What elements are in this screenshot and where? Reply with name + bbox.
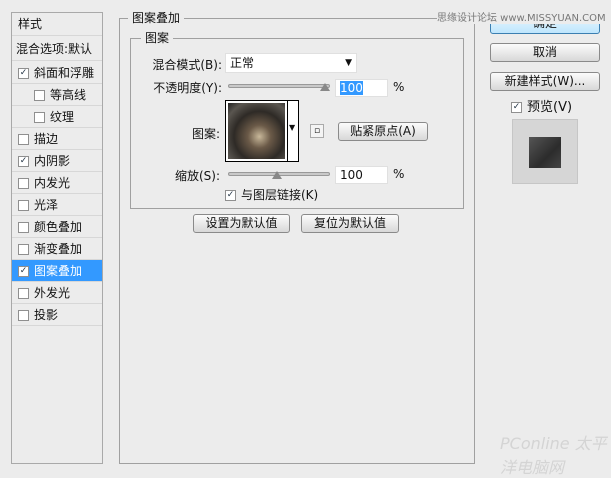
- scale-input[interactable]: 100: [335, 166, 388, 184]
- set-default-button[interactable]: 设置为默认值: [193, 214, 290, 233]
- style-item-label: 光泽: [34, 198, 59, 212]
- checkbox-icon: ✓: [225, 190, 236, 201]
- pconline-logo: PConline 太平洋电脑网: [500, 434, 607, 477]
- opacity-input[interactable]: 100: [335, 79, 388, 97]
- subgroup-title: 图案: [141, 31, 174, 45]
- opacity-percent: %: [393, 80, 405, 94]
- style-item-label: 纹理: [50, 110, 75, 124]
- blend-mode-label: 混合模式(B):: [152, 58, 222, 72]
- style-item[interactable]: 外发光: [12, 282, 102, 304]
- style-item-label: 等高线: [50, 88, 87, 102]
- style-item[interactable]: 纹理: [12, 106, 102, 128]
- dropdown-arrow-icon: ▼: [345, 58, 352, 68]
- preview-swatch: [529, 137, 561, 168]
- checkbox-icon[interactable]: [34, 112, 45, 123]
- pattern-label: 图案:: [191, 127, 220, 141]
- style-item[interactable]: 内发光: [12, 172, 102, 194]
- blending-options-default[interactable]: 混合选项:默认: [12, 37, 102, 61]
- style-item[interactable]: ✓ 图案叠加: [12, 260, 102, 282]
- style-item-label: 图案叠加: [34, 264, 83, 278]
- style-item-label: 颜色叠加: [34, 220, 83, 234]
- new-style-button[interactable]: 新建样式(W)...: [490, 72, 600, 91]
- blend-mode-select[interactable]: 正常 ▼: [225, 53, 357, 73]
- opacity-slider-thumb[interactable]: [320, 83, 330, 91]
- opacity-value: 100: [340, 81, 363, 95]
- link-with-layer-label: 与图层链接(K): [241, 188, 319, 202]
- checkbox-icon[interactable]: ✓: [18, 156, 29, 167]
- watermark-top: 思缘设计论坛 www.MISSYUAN.COM: [437, 9, 606, 24]
- style-item-label: 外发光: [34, 286, 71, 300]
- style-preview: [512, 119, 578, 184]
- reset-default-button[interactable]: 复位为默认值: [301, 214, 399, 233]
- opacity-label: 不透明度(Y):: [153, 81, 222, 95]
- style-item-label: 斜面和浮雕: [34, 66, 95, 80]
- checkbox-icon[interactable]: [18, 244, 29, 255]
- styles-header[interactable]: 样式: [12, 13, 102, 36]
- preview-checkbox[interactable]: ✓ 预览(V): [511, 96, 572, 115]
- link-with-layer-checkbox[interactable]: ✓ 与图层链接(K): [225, 186, 318, 203]
- style-item[interactable]: ✓ 斜面和浮雕: [12, 62, 102, 84]
- checkbox-icon[interactable]: [18, 200, 29, 211]
- snap-to-origin-button[interactable]: 贴紧原点(A): [338, 122, 428, 141]
- style-item-label: 投影: [34, 308, 59, 322]
- scale-slider-thumb[interactable]: [271, 171, 282, 179]
- new-preset-icon[interactable]: ▫: [310, 124, 324, 138]
- style-item-label: 渐变叠加: [34, 242, 83, 256]
- checkbox-icon: ✓: [511, 102, 522, 113]
- style-item-label: 内发光: [34, 176, 71, 190]
- cancel-button[interactable]: 取消: [490, 43, 600, 62]
- style-item-label: 描边: [34, 132, 59, 146]
- style-item[interactable]: 颜色叠加: [12, 216, 102, 238]
- style-item[interactable]: 等高线: [12, 84, 102, 106]
- blend-mode-value: 正常: [230, 56, 255, 70]
- style-item[interactable]: 描边: [12, 128, 102, 150]
- checkbox-icon[interactable]: [18, 134, 29, 145]
- checkbox-icon[interactable]: [18, 222, 29, 233]
- checkbox-icon[interactable]: ✓: [18, 266, 29, 277]
- style-item-label: 内阴影: [34, 154, 71, 168]
- checkbox-icon[interactable]: [18, 178, 29, 189]
- group-title: 图案叠加: [128, 11, 185, 25]
- checkbox-icon[interactable]: ✓: [18, 68, 29, 79]
- styles-list: 样式 混合选项:默认 ✓ 斜面和浮雕等高线纹理描边 ✓ 内阴影内发光光泽颜色叠加渐变叠…: [11, 12, 103, 464]
- scale-percent: %: [393, 167, 405, 181]
- scale-label: 缩放(S):: [174, 169, 220, 183]
- checkbox-icon[interactable]: [34, 90, 45, 101]
- pattern-swatch: [228, 103, 285, 159]
- style-item[interactable]: 渐变叠加: [12, 238, 102, 260]
- style-item[interactable]: 投影: [12, 304, 102, 326]
- pattern-picker[interactable]: ▼: [225, 100, 299, 162]
- pattern-dropdown-arrow-icon[interactable]: ▼: [289, 123, 295, 132]
- preview-label: 预览(V): [527, 100, 573, 115]
- style-item[interactable]: ✓ 内阴影: [12, 150, 102, 172]
- checkbox-icon[interactable]: [18, 288, 29, 299]
- checkbox-icon[interactable]: [18, 310, 29, 321]
- style-item[interactable]: 光泽: [12, 194, 102, 216]
- opacity-slider[interactable]: [228, 84, 330, 88]
